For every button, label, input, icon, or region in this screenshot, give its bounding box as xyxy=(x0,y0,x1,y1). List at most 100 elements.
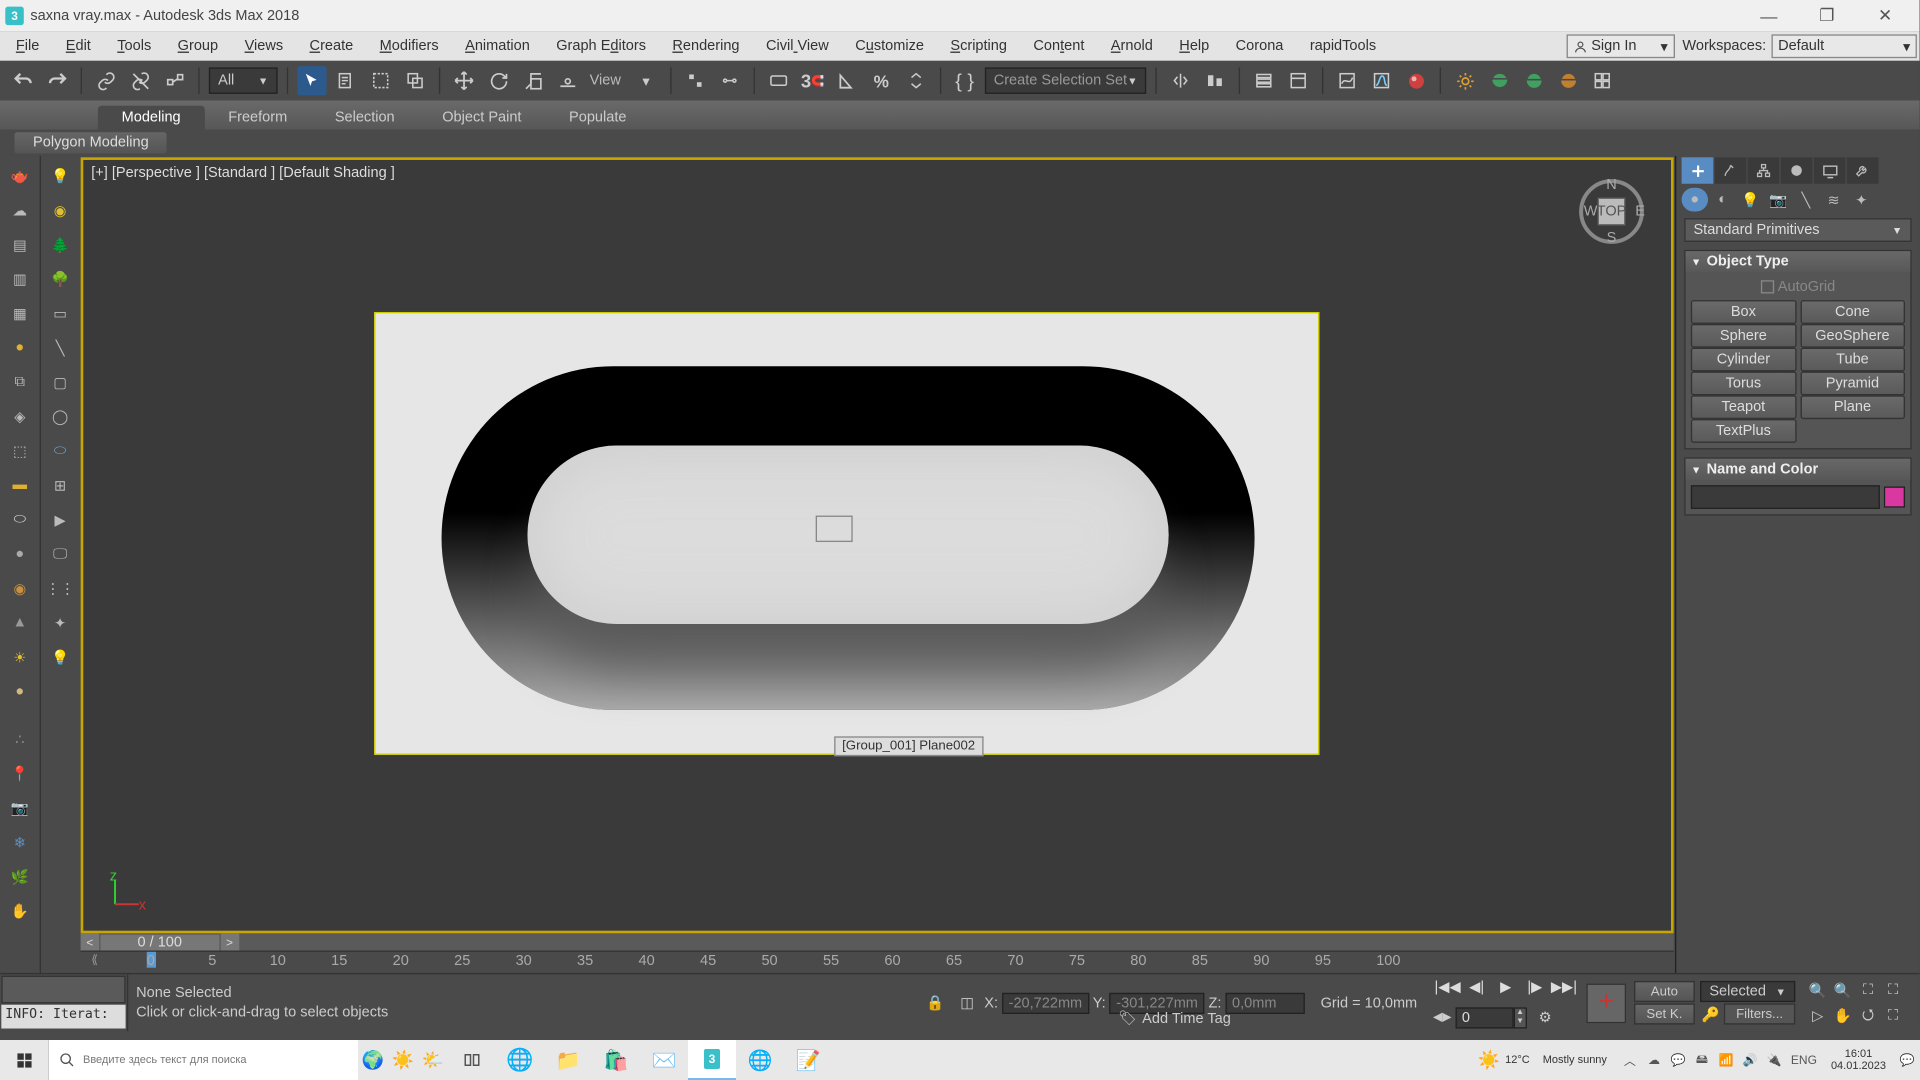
time-slider-bar[interactable]: < 0 / 100 > xyxy=(81,933,1674,950)
hand-shelf-icon[interactable]: ✋ xyxy=(4,896,36,925)
tray-power-icon[interactable]: 🔌 xyxy=(1763,1040,1785,1080)
plus-grid-icon[interactable]: ⊞ xyxy=(44,471,76,500)
helpers-subtab[interactable]: ╲ xyxy=(1793,188,1819,212)
next-frame-button[interactable]: |▶ xyxy=(1520,974,1549,1000)
another-widget-icon[interactable]: 🌤️ xyxy=(418,1040,448,1080)
gold-icon[interactable]: ◉ xyxy=(4,574,36,603)
menu-group[interactable]: Group xyxy=(164,38,231,54)
sphere-white-icon[interactable]: ⬭ xyxy=(4,505,36,534)
select-region-button[interactable] xyxy=(366,66,395,95)
menu-modifiers[interactable]: Modifiers xyxy=(366,38,451,54)
shapes-subtab[interactable]: ◐ xyxy=(1709,188,1735,212)
dots-shelf-icon[interactable]: ⋮⋮ xyxy=(44,574,76,603)
named-selection-curly[interactable]: { } xyxy=(950,66,979,95)
ribbon-subtab[interactable]: Polygon Modeling xyxy=(15,132,168,153)
zoom-button[interactable]: 🔍 xyxy=(1806,978,1830,1002)
primitive-box[interactable]: Box xyxy=(1691,300,1796,324)
teapot-shelf-icon[interactable]: 🫖 xyxy=(4,161,36,190)
coord-z[interactable]: 0,0mm xyxy=(1225,992,1304,1013)
display-tab[interactable] xyxy=(1814,157,1846,183)
refcoord-dropdown[interactable]: ▾ xyxy=(631,66,660,95)
name-color-rollout-header[interactable]: ▼Name and Color xyxy=(1686,459,1911,480)
keyfilter-selected-dropdown[interactable]: Selected▼ xyxy=(1700,981,1795,1002)
viewport-label[interactable]: [+] [Perspective ] [Standard ] [Default … xyxy=(91,165,395,181)
set-key-big-button[interactable]: + xyxy=(1586,983,1626,1023)
monitor-icon[interactable]: 🖵 xyxy=(44,539,76,568)
coord-x[interactable]: -20,722mm xyxy=(1002,992,1089,1013)
menu-rapidtools[interactable]: rapidTools xyxy=(1297,38,1390,54)
motion-tab[interactable] xyxy=(1781,157,1813,183)
pin-shelf-icon[interactable]: 📍 xyxy=(4,759,36,788)
menu-edit[interactable]: Edit xyxy=(53,38,105,54)
menu-arnold[interactable]: Arnold xyxy=(1098,38,1166,54)
render-frame-button[interactable] xyxy=(1485,66,1514,95)
menu-content[interactable]: Content xyxy=(1020,38,1097,54)
line-icon[interactable]: ╲ xyxy=(44,333,76,362)
move-button[interactable] xyxy=(449,66,478,95)
render-iterative-button[interactable] xyxy=(1554,66,1583,95)
primitive-textplus[interactable]: TextPlus xyxy=(1691,419,1796,443)
modify-tab[interactable] xyxy=(1715,157,1747,183)
edge-app[interactable]: 🌐 xyxy=(496,1040,544,1080)
store-app[interactable]: 🛍️ xyxy=(592,1040,640,1080)
render-last-button[interactable] xyxy=(1588,66,1617,95)
menu-corona[interactable]: Corona xyxy=(1222,38,1296,54)
cylinder-icon[interactable]: ⬭ xyxy=(44,436,76,465)
mirror-button[interactable] xyxy=(1167,66,1196,95)
bulb2-icon[interactable]: 💡 xyxy=(44,642,76,671)
create-tab[interactable] xyxy=(1682,157,1714,183)
poly-shelf-icon[interactable]: ◈ xyxy=(4,402,36,431)
panel-icon[interactable]: ▭ xyxy=(44,299,76,328)
primitive-tube[interactable]: Tube xyxy=(1800,348,1905,372)
time-tag-icon[interactable]: 🏷 xyxy=(1118,1010,1136,1027)
menu-graph editors[interactable]: Graph Editors xyxy=(543,38,659,54)
spinner-snap-toggle[interactable] xyxy=(901,66,930,95)
redo-button[interactable] xyxy=(42,66,71,95)
menu-file[interactable]: File xyxy=(3,38,53,54)
timeslider-prev[interactable]: < xyxy=(81,933,100,950)
primitive-plane[interactable]: Plane xyxy=(1800,395,1905,419)
unlink-button[interactable] xyxy=(126,66,155,95)
list-shelf-icon[interactable]: ▥ xyxy=(4,264,36,293)
ribbon-tab-populate[interactable]: Populate xyxy=(545,106,650,130)
key-filters-icon[interactable]: 🔑 xyxy=(1700,1003,1721,1024)
sphere-tan-icon[interactable]: ● xyxy=(4,677,36,706)
goto-start-button[interactable]: |◀◀ xyxy=(1433,974,1462,1000)
menu-civil view[interactable]: Civil View xyxy=(753,38,842,54)
menu-rendering[interactable]: Rendering xyxy=(659,38,753,54)
pan-button[interactable]: ✋ xyxy=(1831,1003,1855,1027)
lock-selection-icon[interactable]: 🔒 xyxy=(921,988,950,1017)
object-type-rollout-header[interactable]: ▼Object Type xyxy=(1686,251,1911,272)
timeslider-value[interactable]: 0 / 100 xyxy=(100,934,219,950)
keyboard-shortcut-button[interactable] xyxy=(764,66,793,95)
primitive-torus[interactable]: Torus xyxy=(1691,371,1796,395)
tree1-icon[interactable]: 🌲 xyxy=(44,230,76,259)
render-setup-button[interactable] xyxy=(1451,66,1480,95)
material-editor-button[interactable] xyxy=(1402,66,1431,95)
link-button[interactable] xyxy=(91,66,120,95)
orbit-button[interactable]: ⭯ xyxy=(1856,1003,1880,1027)
menu-help[interactable]: Help xyxy=(1166,38,1222,54)
tray-volume-icon[interactable]: 🔊 xyxy=(1739,1040,1761,1080)
primitive-geosphere[interactable]: GeoSphere xyxy=(1800,324,1905,348)
workspace-dropdown[interactable]: Default▾ xyxy=(1771,34,1916,58)
sphere-yellow-icon[interactable]: ● xyxy=(4,333,36,362)
align-button[interactable] xyxy=(1201,66,1230,95)
time-config-button[interactable]: ⚙ xyxy=(1531,1003,1560,1032)
mail-app[interactable]: ✉️ xyxy=(640,1040,688,1080)
isolate-icon[interactable]: ◫ xyxy=(953,988,982,1017)
notepad-app[interactable]: 📝 xyxy=(784,1040,832,1080)
grass-shelf-icon[interactable]: 🌿 xyxy=(4,862,36,891)
grid-shelf-icon[interactable]: ▦ xyxy=(4,299,36,328)
maximize-viewport-button[interactable]: ⛶ xyxy=(1881,1003,1905,1027)
setkey-button[interactable]: Set K. xyxy=(1634,1003,1695,1024)
pivot-button[interactable] xyxy=(680,66,709,95)
cloud-icon[interactable]: ☁ xyxy=(4,196,36,225)
prev-frame-button[interactable]: ◀| xyxy=(1462,974,1491,1000)
snap-toggle[interactable]: 3🧲 xyxy=(798,66,827,95)
tray-meet-icon[interactable]: 💬 xyxy=(1667,1040,1689,1080)
sun-shelf-icon[interactable]: ☀ xyxy=(4,642,36,671)
primitive-cylinder[interactable]: Cylinder xyxy=(1691,348,1796,372)
task-view-button[interactable] xyxy=(448,1040,496,1080)
weather-widget-icon[interactable]: 🌍 xyxy=(358,1040,388,1080)
